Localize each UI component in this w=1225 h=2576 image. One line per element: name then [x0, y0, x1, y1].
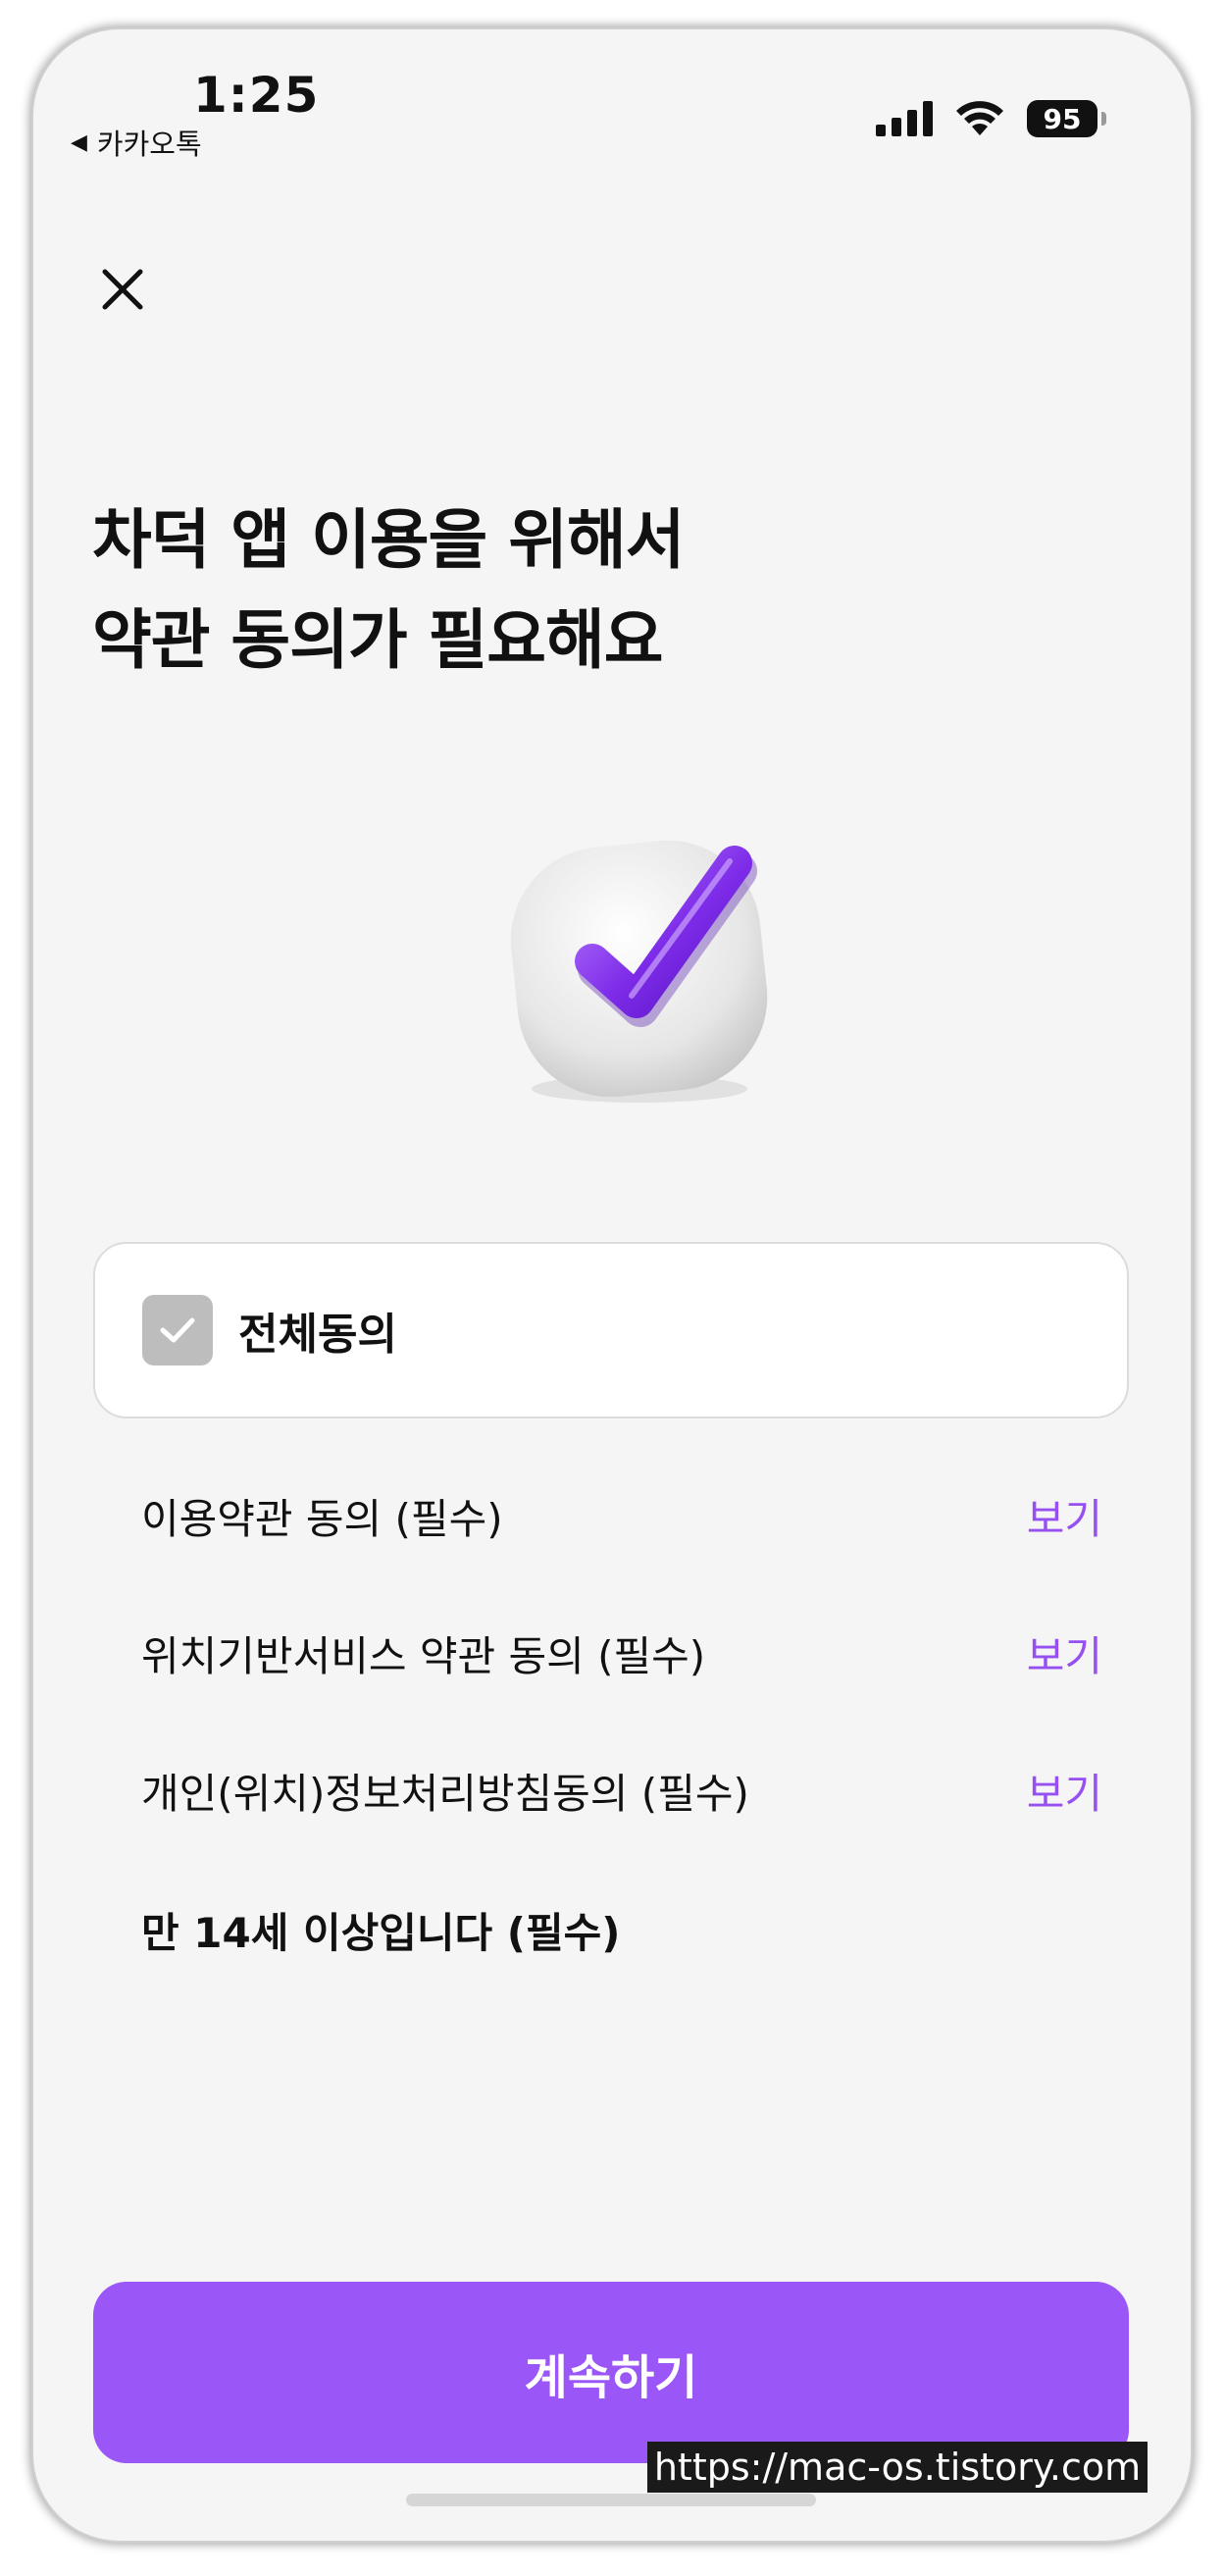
- agree-all-label: 전체동의: [238, 1310, 397, 1360]
- battery-level: 95: [1043, 102, 1082, 135]
- phone-screen: 1:25 ◀ 카카오톡 95 차덕 앱 이용을 위해서 약관 동의가 필요해요: [33, 29, 1191, 2541]
- agree-all-checkbox[interactable]: 전체동의: [93, 1242, 1129, 1418]
- title-line-2: 약관 동의가 필요해요: [92, 602, 663, 678]
- signal-icon: [876, 101, 933, 136]
- battery-indicator: 95: [1027, 100, 1106, 137]
- status-icons: 95: [876, 100, 1106, 137]
- term-label: 위치기반서비스 약관 동의 (필수): [141, 1631, 706, 1680]
- home-indicator[interactable]: [406, 2494, 816, 2506]
- checkbox-check-3d-icon: [510, 840, 768, 1103]
- term-label: 개인(위치)정보처리방침동의 (필수): [141, 1769, 749, 1818]
- back-to-app-link[interactable]: ◀ 카카오톡: [71, 122, 202, 163]
- back-app-label: 카카오톡: [96, 128, 202, 161]
- agree-all-check-box[interactable]: [142, 1295, 213, 1365]
- title-line-1: 차덕 앱 이용을 위해서: [92, 502, 685, 578]
- page-title: 차덕 앱 이용을 위해서 약관 동의가 필요해요: [92, 490, 685, 691]
- term-label: 이용약관 동의 (필수): [141, 1494, 503, 1543]
- term-view-link[interactable]: 보기: [1027, 1761, 1102, 1821]
- status-time: 1:25: [193, 67, 320, 124]
- close-button[interactable]: [88, 255, 157, 324]
- watermark: https://mac-os.tistory.com: [647, 2442, 1148, 2493]
- term-item-location[interactable]: 위치기반서비스 약관 동의 (필수) 보기: [141, 1609, 1122, 1697]
- close-icon: [102, 269, 143, 310]
- term-item-service[interactable]: 이용약관 동의 (필수) 보기: [141, 1471, 1122, 1560]
- term-item-privacy[interactable]: 개인(위치)정보처리방침동의 (필수) 보기: [141, 1746, 1122, 1834]
- continue-button[interactable]: 계속하기: [93, 2282, 1129, 2463]
- check-icon: [160, 1317, 195, 1343]
- term-view-link[interactable]: 보기: [1027, 1623, 1102, 1683]
- term-view-link[interactable]: 보기: [1027, 1486, 1102, 1546]
- back-triangle-icon: ◀: [71, 129, 87, 155]
- term-label: 만 14세 이상입니다 (필수): [141, 1908, 621, 1957]
- term-item-age[interactable]: 만 14세 이상입니다 (필수): [141, 1885, 1122, 1974]
- wifi-icon: [956, 101, 1003, 135]
